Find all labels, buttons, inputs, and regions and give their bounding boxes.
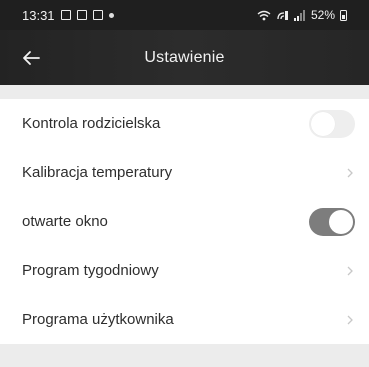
toggle-knob bbox=[311, 111, 335, 136]
wifi-icon bbox=[257, 10, 271, 20]
setting-label: otwarte okno bbox=[22, 213, 108, 230]
setting-label: Programa użytkownika bbox=[22, 311, 174, 328]
setting-temperature-calibration[interactable]: Kalibracja temperatury bbox=[0, 148, 369, 197]
settings-list: Kontrola rodzicielska Kalibracja tempera… bbox=[0, 99, 369, 344]
chevron-right-icon bbox=[347, 168, 353, 177]
status-bar: 13:31 52% bbox=[0, 0, 369, 30]
page-title: Ustawienie bbox=[144, 48, 225, 66]
battery-percent: 52% bbox=[310, 8, 335, 22]
image-icon bbox=[76, 10, 87, 20]
parental-control-toggle[interactable] bbox=[309, 109, 355, 138]
arrow-left-icon bbox=[23, 50, 40, 65]
setting-label: Kontrola rodzicielska bbox=[22, 115, 161, 132]
call-signal-icon bbox=[277, 10, 288, 20]
status-left: 13:31 bbox=[22, 8, 114, 23]
setting-user-program[interactable]: Programa użytkownika bbox=[0, 295, 369, 344]
setting-weekly-program[interactable]: Program tygodniowy bbox=[0, 246, 369, 295]
dot-icon bbox=[108, 12, 114, 18]
back-button[interactable] bbox=[18, 45, 44, 71]
gallery-icon bbox=[60, 10, 71, 20]
chevron-right-icon bbox=[347, 266, 353, 275]
signal-icon bbox=[293, 9, 305, 21]
status-time: 13:31 bbox=[22, 7, 55, 23]
toggle-knob bbox=[329, 209, 353, 234]
chevron-right-icon bbox=[347, 315, 353, 324]
open-window-toggle[interactable] bbox=[309, 207, 355, 236]
section-spacer bbox=[0, 85, 369, 99]
bottom-spacer bbox=[0, 344, 369, 367]
setting-open-window: otwarte okno bbox=[0, 197, 369, 246]
app-bar: Ustawienie bbox=[0, 30, 369, 85]
battery-icon bbox=[340, 9, 347, 21]
setting-parental-control: Kontrola rodzicielska bbox=[0, 99, 369, 148]
status-right: 52% bbox=[257, 8, 347, 22]
setting-label: Kalibracja temperatury bbox=[22, 164, 173, 181]
setting-label: Program tygodniowy bbox=[22, 262, 159, 279]
app-icon bbox=[92, 10, 103, 20]
